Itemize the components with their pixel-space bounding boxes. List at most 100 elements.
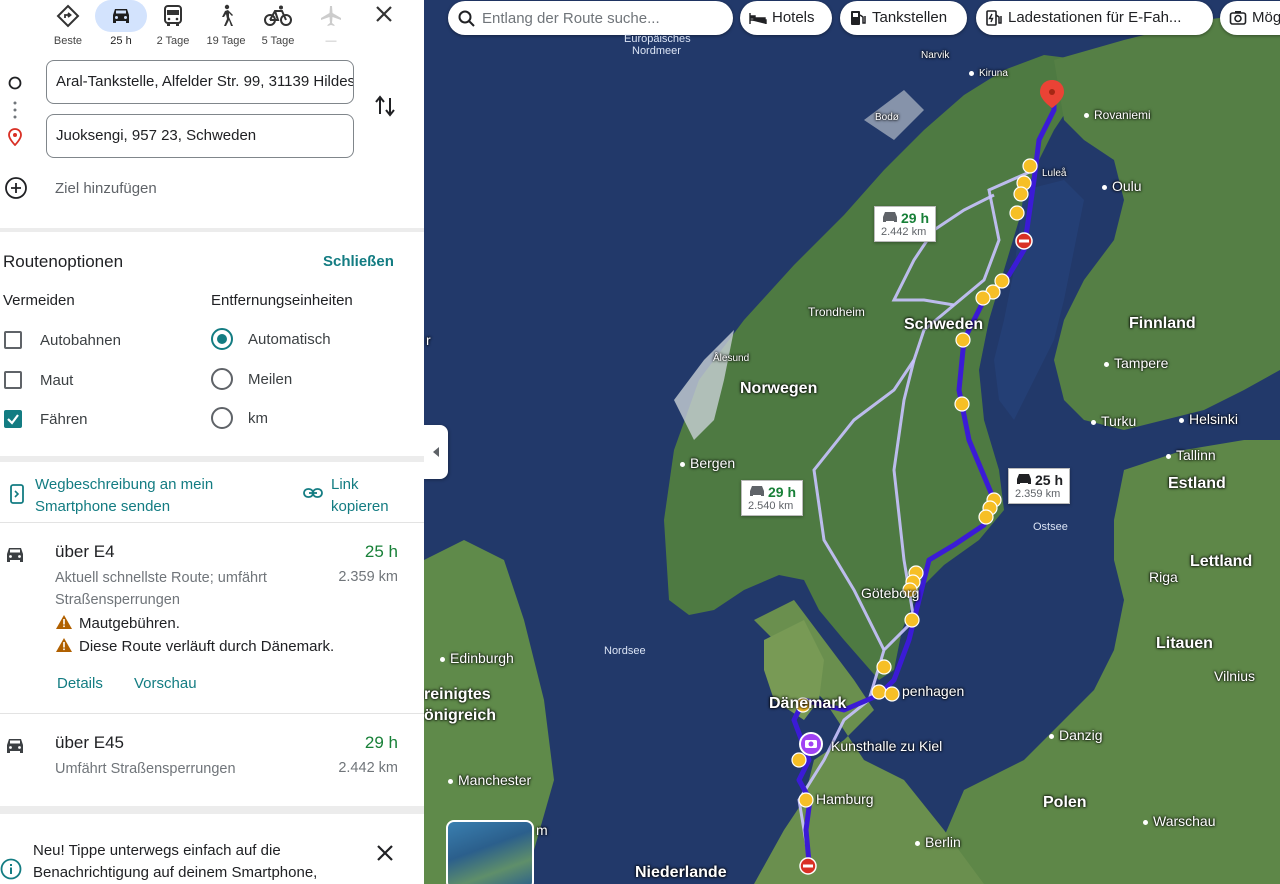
origin-circle-icon: [8, 76, 22, 90]
city-label: Warschau: [1143, 813, 1216, 829]
preview-button[interactable]: Vorschau: [134, 675, 197, 692]
hotels-chip[interactable]: Hotels: [740, 1, 832, 35]
info-icon: [0, 858, 22, 880]
bus-icon: [147, 0, 199, 32]
section-divider: [0, 228, 424, 232]
car-icon: [1017, 474, 1031, 484]
avoid-heading: Vermeiden: [3, 292, 75, 309]
mode-bike[interactable]: 5 Tage: [250, 0, 306, 52]
checkbox-checked: [4, 410, 22, 428]
travel-mode-bar: Beste 25 h 2 Tage 19 Tage 5 Tage —: [0, 0, 424, 54]
city-label: Manchester: [448, 772, 531, 788]
country-label: Estland: [1168, 475, 1226, 492]
route-name: über E45: [55, 733, 124, 752]
city-label: Trondheim: [808, 305, 865, 319]
city-label: Edinburgh: [440, 650, 514, 666]
country-label: Lettland: [1190, 553, 1253, 570]
country-label: önigreich: [424, 707, 497, 724]
car-icon: [883, 212, 897, 222]
notification-tip: Neu! Tippe unterwegs einfach auf die Ben…: [0, 814, 424, 884]
destination-pin-icon: [8, 128, 22, 147]
city-label: Luleå: [1042, 168, 1067, 179]
checkbox: [4, 371, 22, 389]
route-options: Routenoptionen Schließen Vermeiden Entfe…: [0, 234, 424, 456]
mode-car[interactable]: 25 h: [93, 0, 149, 52]
route-label-west[interactable]: 29 h 2.540 km: [741, 480, 804, 516]
sea-label: Nordmeer: [632, 45, 681, 57]
route-option-e4[interactable]: über E4 25 h Aktuell schnellste Route; u…: [0, 523, 424, 713]
details-button[interactable]: Details: [57, 675, 103, 692]
toll-warning: Mautgebühren.: [55, 614, 180, 632]
radio: [211, 368, 233, 390]
city-label: Kiruna: [969, 68, 1008, 79]
checkbox: [4, 331, 22, 349]
share-row: Wegbeschreibung an mein Smartphone sende…: [0, 462, 424, 520]
ev-charger-icon: [986, 10, 1002, 26]
chevron-left-icon: [433, 447, 439, 457]
mode-transit[interactable]: 2 Tage: [145, 0, 201, 52]
add-circle-icon: [5, 177, 27, 199]
gas-stations-chip[interactable]: Tankstellen: [840, 1, 967, 35]
route-options-title: Routenoptionen: [3, 252, 124, 271]
collapse-panel-button[interactable]: [424, 425, 448, 479]
section-divider: [0, 806, 424, 814]
route-search-input[interactable]: Entlang der Route suche...: [448, 1, 733, 35]
route-duration: 29 h: [364, 733, 398, 752]
radio-selected: [211, 328, 233, 350]
city-label: Bodø: [875, 112, 899, 123]
sea-label: Europäisches: [624, 33, 691, 45]
add-destination-button[interactable]: Ziel hinzufügen: [4, 176, 304, 200]
copy-link-button[interactable]: Link kopieren: [331, 474, 411, 518]
city-label: Turku: [1091, 413, 1136, 429]
link-icon: [303, 488, 323, 498]
route-option-e45[interactable]: über E45 29 h Umfährt Straßensperrungen …: [0, 714, 424, 806]
origin-input[interactable]: Aral-Tankstelle, Alfelder Str. 99, 31139…: [46, 60, 354, 104]
directions-panel: Beste 25 h 2 Tage 19 Tage 5 Tage — Aral-…: [0, 0, 424, 884]
map-view[interactable]: Entlang der Route suche... Hotels Tankst…: [424, 0, 1280, 884]
units-km-radio[interactable]: km: [211, 407, 391, 431]
walk-icon: [200, 0, 252, 32]
route-label-e45[interactable]: 29 h 2.442 km: [874, 206, 937, 242]
phone-send-icon: [10, 484, 24, 504]
close-directions-icon[interactable]: [372, 2, 396, 26]
search-icon: [458, 10, 475, 27]
route-distance: 2.359 km: [338, 569, 398, 585]
car-icon: [95, 0, 147, 32]
ev-charging-chip[interactable]: Ladestationen für E-Fah...: [976, 1, 1213, 35]
send-to-phone-link[interactable]: Wegbeschreibung an mein Smartphone sende…: [35, 474, 265, 518]
city-label: Vilnius: [1214, 668, 1255, 684]
waypoints-section: Aral-Tankstelle, Alfelder Str. 99, 31139…: [0, 58, 424, 228]
gas-station-icon: [851, 11, 866, 25]
avoid-tolls-checkbox[interactable]: Maut: [0, 369, 180, 393]
country-label: Schweden: [904, 316, 984, 333]
city-label: Rovaniemi: [1084, 108, 1151, 122]
car-icon: [7, 548, 23, 562]
mode-best[interactable]: Beste: [40, 0, 96, 52]
route-name: über E4: [55, 542, 115, 561]
avoid-highways-checkbox[interactable]: Autobahnen: [0, 329, 180, 353]
route-dots-icon: [13, 100, 17, 120]
airplane-icon: [305, 0, 357, 32]
units-miles-radio[interactable]: Meilen: [211, 368, 391, 392]
more-places-chip[interactable]: Mög: [1220, 1, 1280, 35]
city-label: Bergen: [680, 455, 735, 471]
country-label: Dänemark: [769, 695, 847, 712]
warning-icon: [56, 638, 72, 652]
mode-walk[interactable]: 19 Tage: [198, 0, 254, 52]
units-auto-radio[interactable]: Automatisch: [211, 328, 391, 352]
avoid-ferries-checkbox[interactable]: Fähren: [0, 408, 180, 432]
units-heading: Entfernungseinheiten: [211, 292, 353, 309]
mode-flight[interactable]: —: [303, 0, 359, 52]
destination-input[interactable]: Juoksengi, 957 23, Schweden: [46, 114, 354, 158]
close-icon[interactable]: [374, 842, 396, 864]
city-label: Tampere: [1104, 355, 1168, 371]
route-description: Umfährt Straßensperrungen: [55, 761, 236, 777]
notice-text: Neu! Tippe unterwegs einfach auf die Ben…: [33, 842, 318, 881]
close-options-button[interactable]: Schließen: [323, 253, 394, 270]
warning-icon: [56, 615, 72, 629]
route-label-e4[interactable]: 25 h 2.359 km: [1008, 468, 1071, 504]
car-icon: [750, 486, 764, 496]
map-layer-toggle[interactable]: [446, 820, 534, 884]
swap-waypoints-icon[interactable]: [374, 94, 396, 118]
city-label: Ålesund: [713, 353, 750, 364]
